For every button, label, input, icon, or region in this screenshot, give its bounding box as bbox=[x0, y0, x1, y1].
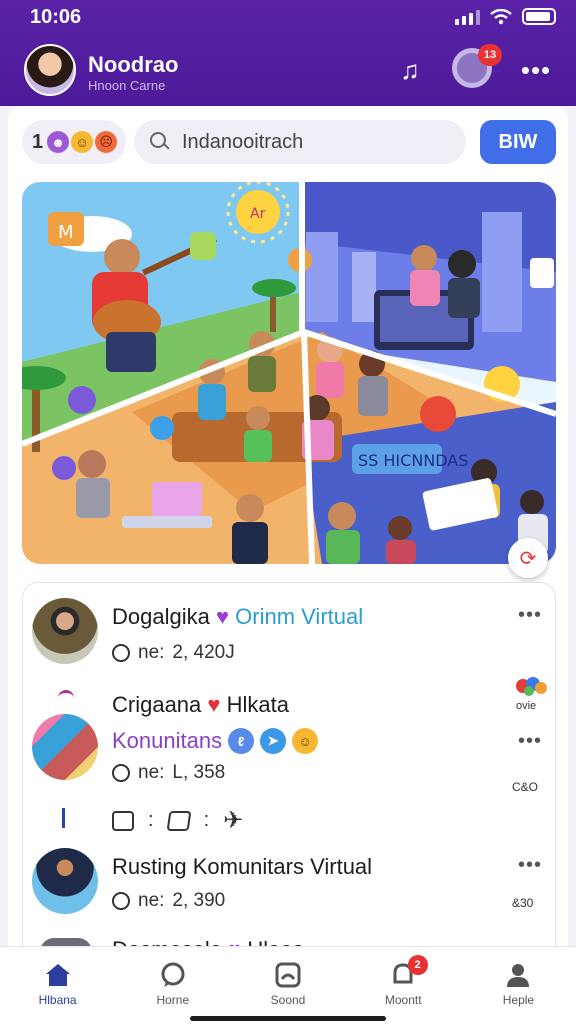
chat-bubble-icon bbox=[159, 961, 187, 989]
nav-label: Moontt bbox=[384, 993, 422, 1007]
post-title-accent: Orinm Virtual bbox=[235, 604, 364, 629]
meta-label: ne: bbox=[138, 642, 165, 663]
nav-item-home[interactable]: Hlbana bbox=[0, 947, 115, 1024]
community-feed bbox=[22, 582, 556, 966]
user-subtitle: Hnoon Carne bbox=[88, 78, 166, 93]
reaction-summary[interactable]: 1 ☻ ☺ ☹ bbox=[22, 120, 126, 164]
post-title-after: Hlkata bbox=[226, 692, 289, 717]
avatar[interactable] bbox=[32, 598, 98, 664]
post-meta: ne: 2, 390 bbox=[112, 890, 225, 912]
action-separator: : bbox=[148, 809, 154, 831]
like-icon[interactable] bbox=[112, 892, 130, 910]
more-options-icon[interactable]: ••• bbox=[518, 854, 542, 877]
notification-badge: 13 bbox=[478, 44, 502, 66]
side-note: C&O bbox=[512, 780, 539, 794]
signal-icon bbox=[455, 9, 480, 25]
side-note: &30 bbox=[512, 896, 534, 910]
post-title[interactable]: Crigaana ♥ Hlkata bbox=[112, 692, 289, 718]
image-icon bbox=[274, 961, 302, 989]
search-icon bbox=[150, 132, 170, 152]
user-name: Noodrao bbox=[88, 52, 179, 77]
action-button[interactable]: BIW bbox=[480, 120, 556, 164]
nav-label: Horne bbox=[156, 993, 190, 1007]
app-header: 10:06 Noodrao Hnoon Carne ♫ 13 ••• bbox=[0, 0, 576, 106]
music-note-icon[interactable]: ♫ bbox=[392, 52, 428, 88]
post-title[interactable]: Rusting Komunitars Virtual bbox=[112, 854, 372, 880]
app-screen: 10:06 Noodrao Hnoon Carne ♫ 13 ••• 1 ☻ ☺… bbox=[0, 0, 576, 1024]
post-meta: ne: L, 358 bbox=[112, 762, 225, 784]
sun-label: Ar bbox=[250, 206, 266, 222]
nav-label: Hlbana bbox=[38, 993, 77, 1007]
meta-value: 2, 420J bbox=[172, 642, 235, 663]
heart-icon: ♥ bbox=[207, 692, 221, 717]
post-title-text: Crigaana bbox=[112, 692, 202, 717]
hero-illustration[interactable]: Ar M SS HICNNDAS bbox=[22, 182, 556, 564]
bookmark-icon[interactable] bbox=[166, 810, 191, 831]
side-tag: ovie bbox=[516, 700, 537, 712]
nav-item-chat[interactable]: Horne bbox=[115, 947, 230, 1024]
heart-icon: ♥ bbox=[215, 604, 230, 629]
nav-label: Soond bbox=[270, 993, 306, 1007]
meta-label: ne: bbox=[138, 762, 165, 783]
avatar[interactable] bbox=[32, 714, 98, 780]
like-icon[interactable] bbox=[112, 644, 130, 662]
status-icons bbox=[455, 8, 556, 25]
search-input[interactable]: Indanooitrach bbox=[134, 120, 466, 164]
hearts-cluster-icon bbox=[514, 676, 548, 698]
post-subtitle: Konunitans ℓ ➤ ☺ bbox=[112, 728, 319, 754]
angry-emoji-icon: ☹ bbox=[95, 131, 118, 153]
purple-emoji-icon: ☻ bbox=[47, 131, 70, 153]
profile-icon bbox=[504, 961, 532, 989]
share-badge-icon: ➤ bbox=[260, 728, 287, 754]
send-icon[interactable]: ✈ bbox=[223, 806, 243, 835]
refresh-icon[interactable]: ⟳ bbox=[508, 538, 548, 578]
decoration-mark bbox=[62, 808, 65, 828]
meta-value: 2, 390 bbox=[172, 890, 226, 911]
like-icon[interactable] bbox=[112, 764, 130, 782]
meta-label: ne: bbox=[138, 890, 165, 911]
nav-item-profile[interactable]: Heple bbox=[461, 947, 576, 1024]
home-icon bbox=[44, 961, 72, 989]
post-title[interactable]: Dogalgika ♥ Orinm Virtual bbox=[112, 604, 363, 630]
hero-artwork: Ar M SS HICNNDAS bbox=[22, 182, 556, 564]
link-badge-icon: ℓ bbox=[228, 728, 255, 754]
more-options-icon[interactable]: ••• bbox=[518, 604, 542, 627]
banner-label: SS HICNNDAS bbox=[358, 451, 468, 470]
home-indicator[interactable] bbox=[190, 1016, 386, 1021]
nav-item-sound[interactable]: Soond bbox=[230, 947, 345, 1024]
reaction-count: 1 bbox=[32, 130, 44, 153]
post-subtitle-text: Konunitans bbox=[112, 728, 223, 753]
action-separator: : bbox=[203, 809, 210, 831]
comment-icon[interactable] bbox=[112, 810, 134, 831]
meta-value: L, 358 bbox=[172, 762, 226, 783]
battery-icon bbox=[522, 8, 556, 25]
nav-item-notifications[interactable]: 2 Moontt bbox=[346, 947, 461, 1024]
smile-emoji-icon: ☺ bbox=[292, 728, 319, 754]
sign-left-label: M bbox=[58, 222, 74, 243]
avatar[interactable] bbox=[32, 848, 98, 914]
more-options-icon[interactable]: ••• bbox=[518, 730, 542, 753]
more-options-icon[interactable]: ••• bbox=[518, 52, 554, 88]
user-avatar[interactable] bbox=[24, 44, 76, 96]
status-time: 10:06 bbox=[30, 6, 82, 28]
post-meta: ne: 2, 420J bbox=[112, 642, 235, 664]
wifi-icon bbox=[490, 8, 512, 24]
post-title-text: Dogalgika bbox=[112, 604, 210, 629]
bottom-navigation: Hlbana Horne Soond 2 Moontt Heple bbox=[0, 946, 576, 1024]
search-text: Indanooitrach bbox=[182, 130, 304, 153]
post-actions: : : ✈ bbox=[112, 806, 243, 835]
nav-badge: 2 bbox=[407, 955, 428, 975]
nav-label: Heple bbox=[502, 993, 535, 1007]
laughing-emoji-icon: ☺ bbox=[71, 131, 94, 153]
